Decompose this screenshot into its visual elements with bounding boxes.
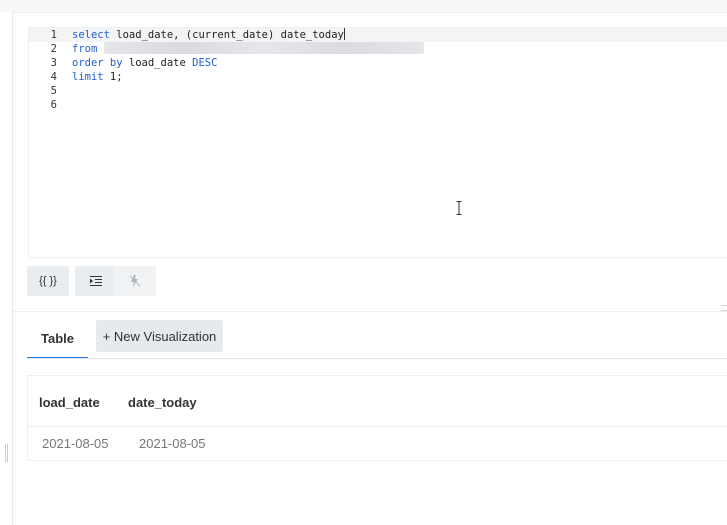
editor-line[interactable]: 6	[29, 98, 727, 112]
code-text: limit 1;	[72, 70, 123, 84]
line-number: 2	[50, 43, 57, 55]
new-visualization-button[interactable]: + New Visualization	[96, 320, 223, 352]
sql-text: 1;	[103, 71, 123, 83]
editor-line[interactable]: 1 select load_date, (current_date) date_t…	[29, 28, 727, 42]
sql-keyword: DESC	[192, 57, 218, 69]
editor-line[interactable]: 4 limit 1;	[29, 70, 727, 84]
table-cell-load-date: 2021-08-05	[42, 436, 109, 451]
autocomplete-toggle-button[interactable]	[114, 266, 156, 296]
tab-table[interactable]: Table	[27, 320, 88, 359]
sql-text: load_date	[122, 57, 193, 69]
indent-icon	[90, 276, 102, 286]
text-caret	[343, 28, 345, 40]
sql-keyword: from	[72, 43, 98, 55]
column-header-load-date[interactable]: load_date	[39, 395, 100, 410]
sql-editor[interactable]: 1 select load_date, (current_date) date_t…	[28, 27, 727, 258]
autocomplete-off-icon	[129, 275, 141, 287]
line-number: 1	[50, 29, 57, 41]
sql-text: load_date, (current_date) date_today	[109, 29, 344, 41]
new-visualization-label: + New Visualization	[102, 328, 217, 344]
table-header-row: load_date date_today	[28, 376, 727, 427]
panel-resize-handle[interactable]	[5, 444, 8, 462]
redacted-table-name	[103, 42, 424, 54]
results-table: load_date date_today 2021-08-05 2021-08-…	[27, 375, 727, 461]
visualization-tabs: Table + New Visualization	[27, 320, 727, 360]
editor-line[interactable]: 2 from	[29, 42, 727, 56]
top-strip	[0, 0, 727, 13]
format-query-label: {{ }}	[39, 275, 57, 287]
tab-table-label: Table	[41, 331, 74, 346]
line-number: 5	[50, 85, 57, 97]
sql-keyword: select	[72, 29, 110, 41]
tabs-baseline	[27, 358, 727, 359]
table-cell-date-today: 2021-08-05	[139, 436, 206, 451]
text-cursor-icon	[456, 201, 462, 215]
line-number: 3	[50, 57, 57, 69]
line-number: 4	[50, 71, 57, 83]
section-divider	[12, 311, 727, 312]
editor-line[interactable]: 3 order by load_date DESC	[29, 56, 727, 70]
sql-keyword: order by	[72, 57, 123, 69]
code-text: select load_date, (current_date) date_to…	[72, 28, 345, 42]
editor-line[interactable]: 5	[29, 84, 727, 98]
sql-keyword: limit	[72, 71, 104, 83]
line-number: 6	[50, 99, 57, 111]
format-query-button[interactable]: {{ }}	[27, 266, 69, 296]
indent-button[interactable]	[75, 266, 117, 296]
code-text: order by load_date DESC	[72, 56, 217, 70]
code-text: from	[72, 42, 424, 56]
column-header-date-today[interactable]: date_today	[128, 395, 197, 410]
left-panel-gutter	[0, 12, 13, 525]
